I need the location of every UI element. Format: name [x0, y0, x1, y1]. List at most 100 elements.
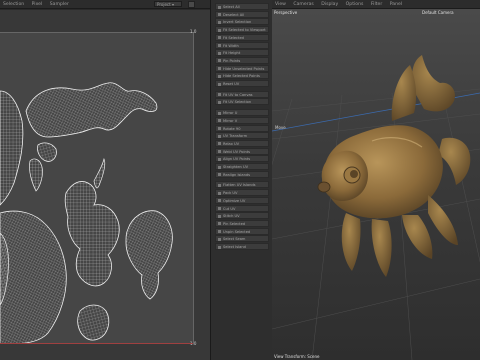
- menu-filter[interactable]: Filter: [371, 2, 382, 7]
- menu-pixel[interactable]: Pixel: [32, 2, 43, 7]
- uv-command-item[interactable]: Pin Selected: [215, 219, 269, 227]
- menu-selection[interactable]: Selection: [3, 2, 24, 7]
- uv-command-item[interactable]: Select All: [215, 3, 269, 10]
- uv-command-label: Select Seam: [223, 237, 246, 242]
- uv-command-item[interactable]: Fit UV to Canvas: [215, 90, 269, 98]
- uv-command-item[interactable]: Unpin Selected: [215, 227, 269, 235]
- command-icon: [217, 13, 221, 17]
- command-icon: [217, 142, 221, 146]
- uv-command-item[interactable]: Pin Points: [215, 56, 269, 64]
- command-icon: [217, 59, 221, 63]
- uv-command-item[interactable]: Mirror U: [215, 109, 269, 117]
- uv-command-item[interactable]: Stitch UV: [215, 212, 269, 220]
- uv-command-item[interactable]: Cut UV: [215, 204, 269, 212]
- uv-command-panel: Select All Deselect All Invert Selection Fi…: [210, 0, 274, 360]
- uv-command-item[interactable]: Fit UV Selection: [215, 98, 269, 106]
- command-icon: [217, 214, 221, 218]
- uv-command-item[interactable]: Hide Unselected Points: [215, 64, 269, 72]
- uv-command-item[interactable]: Straighten UV: [215, 163, 269, 170]
- uv-command-item[interactable]: UV Transform: [215, 132, 269, 140]
- uv-islands: [0, 82, 173, 344]
- uv-command-label: Pin Points: [223, 58, 241, 63]
- menu-panel[interactable]: Panel: [390, 2, 402, 7]
- uv-command-item[interactable]: Invert Selection: [215, 18, 269, 26]
- uv-command-label: Fit Height: [223, 51, 241, 56]
- command-icon: [217, 165, 221, 169]
- uv-command-label: Relax UV: [223, 141, 240, 146]
- command-icon: [217, 237, 221, 241]
- viewport-menubar: View Cameras Display Options Filter Pane…: [272, 0, 480, 9]
- uv-command-item[interactable]: Fit Width: [215, 41, 269, 49]
- menu-options[interactable]: Options: [346, 2, 364, 7]
- uv-mode-value: Project: [157, 2, 171, 7]
- uv-command-label: Optimize UV: [223, 198, 246, 203]
- uv-command-item[interactable]: Mirror V: [215, 116, 269, 124]
- command-icon: [217, 150, 221, 154]
- command-icon: [217, 207, 221, 210]
- command-icon: [217, 20, 221, 24]
- view-name-label: Perspective: [274, 10, 298, 15]
- tool-status-label: Move: [275, 125, 286, 130]
- command-icon: [217, 222, 221, 226]
- menu-cameras[interactable]: Cameras: [293, 2, 313, 7]
- uv-mode-dropdown[interactable]: Project ▾: [154, 1, 182, 7]
- uv-command-item[interactable]: Deselect All: [215, 10, 269, 18]
- command-icon: [217, 93, 221, 97]
- command-icon: [217, 157, 221, 161]
- uv-island-pectoral: [125, 210, 173, 300]
- uv-command-label: Weld UV Points: [223, 149, 251, 154]
- uv-command-label: Pin Selected: [223, 221, 246, 226]
- uv-command-label: Hide Selected Points: [223, 74, 260, 79]
- uv-command-label: Stitch UV: [223, 214, 240, 219]
- command-icon: [217, 5, 221, 9]
- command-icon: [217, 82, 221, 86]
- uv-command-label: Rotate 90: [223, 126, 241, 131]
- uv-canvas[interactable]: [0, 32, 194, 344]
- uv-command-item[interactable]: Fit Selected to Viewport: [215, 26, 269, 34]
- uv-command-item[interactable]: Weld UV Points: [215, 147, 269, 155]
- uv-command-label: Align UV Points: [223, 157, 251, 162]
- uv-command-label: Hide Unselected Points: [223, 66, 265, 71]
- uv-island-head: [0, 210, 67, 344]
- command-icon: [217, 51, 221, 55]
- command-icon: [217, 28, 221, 32]
- uv-command-item[interactable]: Hide Selected Points: [215, 72, 269, 80]
- uv-command-label: Select All: [223, 5, 240, 9]
- menu-display[interactable]: Display: [321, 2, 338, 7]
- uv-command-item[interactable]: Reset UV: [215, 80, 269, 87]
- uv-command-item[interactable]: Optimize UV: [215, 196, 269, 204]
- uv-tool-icon[interactable]: [188, 1, 195, 8]
- uv-command-item[interactable]: Select Island: [215, 243, 269, 250]
- uv-command-item[interactable]: Align UV Points: [215, 155, 269, 163]
- uv-command-label: Deselect All: [223, 12, 245, 17]
- uv-command-label: Flatten UV Islands: [223, 183, 256, 188]
- menu-view[interactable]: View: [275, 2, 286, 7]
- uv-toolbar: [186, 1, 210, 30]
- camera-name-label[interactable]: Default Camera: [422, 10, 454, 15]
- command-icon: [217, 134, 221, 138]
- uv-command-label: Straighten UV: [223, 165, 249, 169]
- uv-command-label: Fit UV Selection: [223, 100, 252, 105]
- uv-command-label: Select Island: [223, 245, 246, 249]
- uv-command-item[interactable]: Relax UV: [215, 139, 269, 147]
- uv-command-item[interactable]: Fit Selected: [215, 33, 269, 41]
- command-icon: [217, 183, 221, 187]
- uv-baseline: [0, 343, 193, 344]
- command-icon: [217, 44, 221, 47]
- menu-sampler[interactable]: Sampler: [50, 2, 69, 7]
- uv-command-item[interactable]: Fit Height: [215, 49, 269, 57]
- uv-island-fin: [25, 82, 158, 138]
- uv-command-item[interactable]: Select Seam: [215, 235, 269, 243]
- uv-editor-panel: 1.0 1.0: [0, 10, 210, 360]
- uv-command-item[interactable]: Pack UV: [215, 189, 269, 197]
- 3d-viewport[interactable]: Perspective Default Camera Move View Tra…: [272, 9, 480, 360]
- uv-command-item[interactable]: Flatten UV Islands: [215, 181, 269, 189]
- uv-island-spine: [93, 157, 106, 189]
- command-icon: [217, 74, 221, 78]
- uv-command-label: Reset UV: [223, 82, 240, 86]
- uv-island-bottom: [77, 304, 110, 341]
- uv-command-item[interactable]: Rotate 90: [215, 124, 269, 132]
- uv-command-label: Fit Width: [223, 43, 239, 48]
- uv-axis-top-label: 1.0: [190, 29, 197, 34]
- uv-command-item[interactable]: Realign Islands: [215, 170, 269, 178]
